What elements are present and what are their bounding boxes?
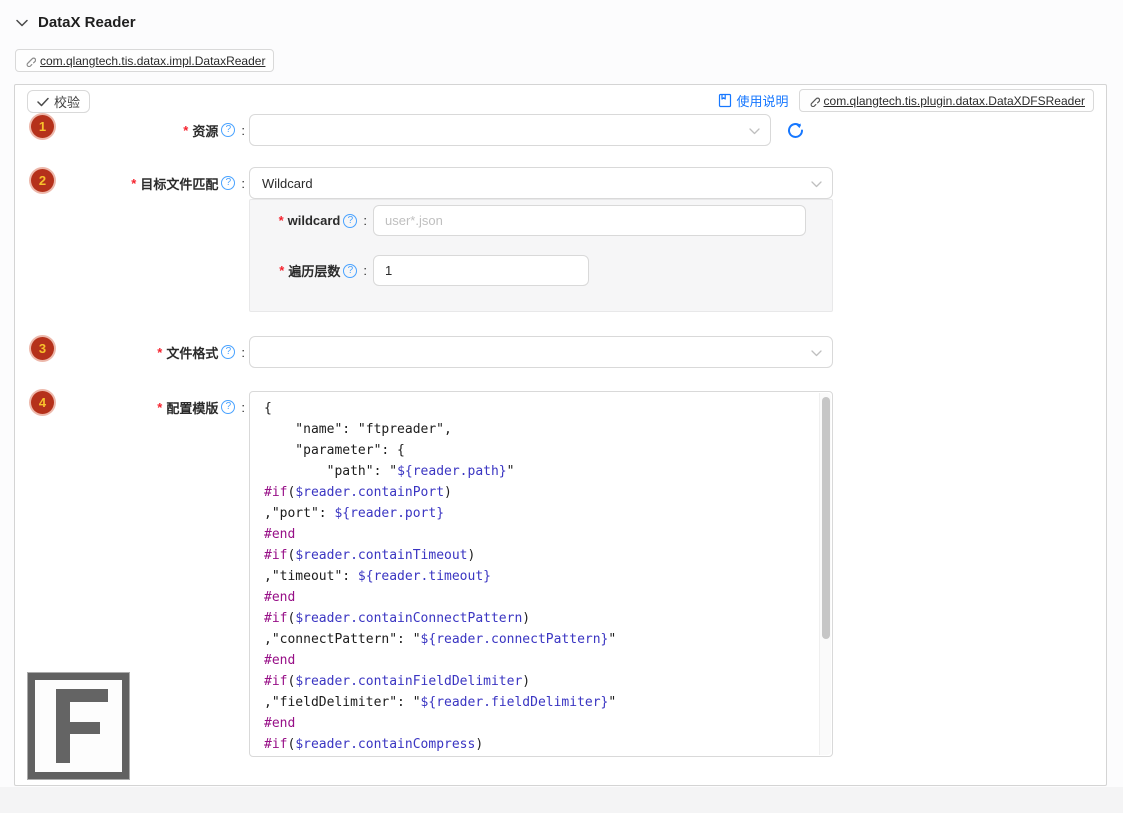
config-template-code-editor[interactable]: { "name": "ftpreader", "parameter": { "p… xyxy=(249,391,833,757)
help-icon[interactable]: ? xyxy=(221,176,235,190)
section-header: DataX Reader xyxy=(16,14,136,31)
datax-reader-form-panel: 校验 使用说明 xyxy=(14,84,1107,786)
help-icon[interactable]: ? xyxy=(343,214,357,228)
check-icon xyxy=(37,97,49,107)
resource-select[interactable] xyxy=(249,114,771,146)
field-label-file-format: * 文件格式 ? : xyxy=(15,336,245,368)
field-label-wildcard: * wildcard ? : xyxy=(250,205,367,236)
code-editor-scrollbar[interactable] xyxy=(819,393,831,755)
letter-f-icon xyxy=(48,687,110,765)
required-marker: * xyxy=(279,213,284,228)
help-icon[interactable]: ? xyxy=(221,123,235,137)
page-title: DataX Reader xyxy=(38,14,136,31)
reader-class-chip[interactable]: com.qlangtech.tis.datax.impl.DataxReader xyxy=(15,49,274,72)
validate-button-label: 校验 xyxy=(54,92,80,111)
file-match-select[interactable]: Wildcard xyxy=(249,167,833,199)
usage-help-label: 使用说明 xyxy=(737,91,789,110)
required-marker: * xyxy=(157,345,162,360)
panel-top-right: 使用说明 com.qlangtech.tis.plugin.datax.Data… xyxy=(718,89,1095,112)
validate-button[interactable]: 校验 xyxy=(27,90,90,113)
traverse-depth-input[interactable] xyxy=(373,255,589,286)
required-marker: * xyxy=(279,263,284,278)
field-label-traverse-depth: * 遍历层数 ? : xyxy=(250,255,367,286)
document-icon xyxy=(718,93,732,108)
link-icon xyxy=(24,55,36,67)
feedback-logo[interactable] xyxy=(28,673,129,779)
refresh-icon[interactable] xyxy=(785,120,806,141)
field-label-file-match: * 目标文件匹配 ? : xyxy=(15,167,245,199)
plugin-class-chip[interactable]: com.qlangtech.tis.plugin.datax.DataXDFSR… xyxy=(799,89,1094,112)
required-marker: * xyxy=(157,400,162,415)
wildcard-sub-panel: * wildcard ? : * 遍历层数 ? : xyxy=(249,199,833,312)
file-format-select[interactable] xyxy=(249,336,833,368)
chevron-down-icon xyxy=(811,350,822,357)
code-editor-scrollbar-thumb[interactable] xyxy=(822,397,830,639)
usage-help-link[interactable]: 使用说明 xyxy=(718,91,789,110)
code-content[interactable]: { "name": "ftpreader", "parameter": { "p… xyxy=(250,392,819,756)
reader-class-link[interactable]: com.qlangtech.tis.datax.impl.DataxReader xyxy=(40,54,265,68)
field-label-resource: * 资源 ? : xyxy=(15,114,245,146)
required-marker: * xyxy=(183,123,188,138)
chevron-down-icon[interactable] xyxy=(16,19,28,27)
page-backdrop xyxy=(0,787,1123,813)
required-marker: * xyxy=(131,176,136,191)
help-icon[interactable]: ? xyxy=(343,264,357,278)
link-icon xyxy=(808,95,820,107)
wildcard-input[interactable] xyxy=(373,205,806,236)
field-label-config-template: * 配置模版 ? : xyxy=(15,391,245,423)
help-icon[interactable]: ? xyxy=(221,400,235,414)
page: DataX Reader com.qlangtech.tis.datax.imp… xyxy=(0,0,1123,813)
chevron-down-icon xyxy=(811,181,822,188)
help-icon[interactable]: ? xyxy=(221,345,235,359)
plugin-class-link[interactable]: com.qlangtech.tis.plugin.datax.DataXDFSR… xyxy=(824,94,1085,108)
chevron-down-icon xyxy=(749,128,760,135)
